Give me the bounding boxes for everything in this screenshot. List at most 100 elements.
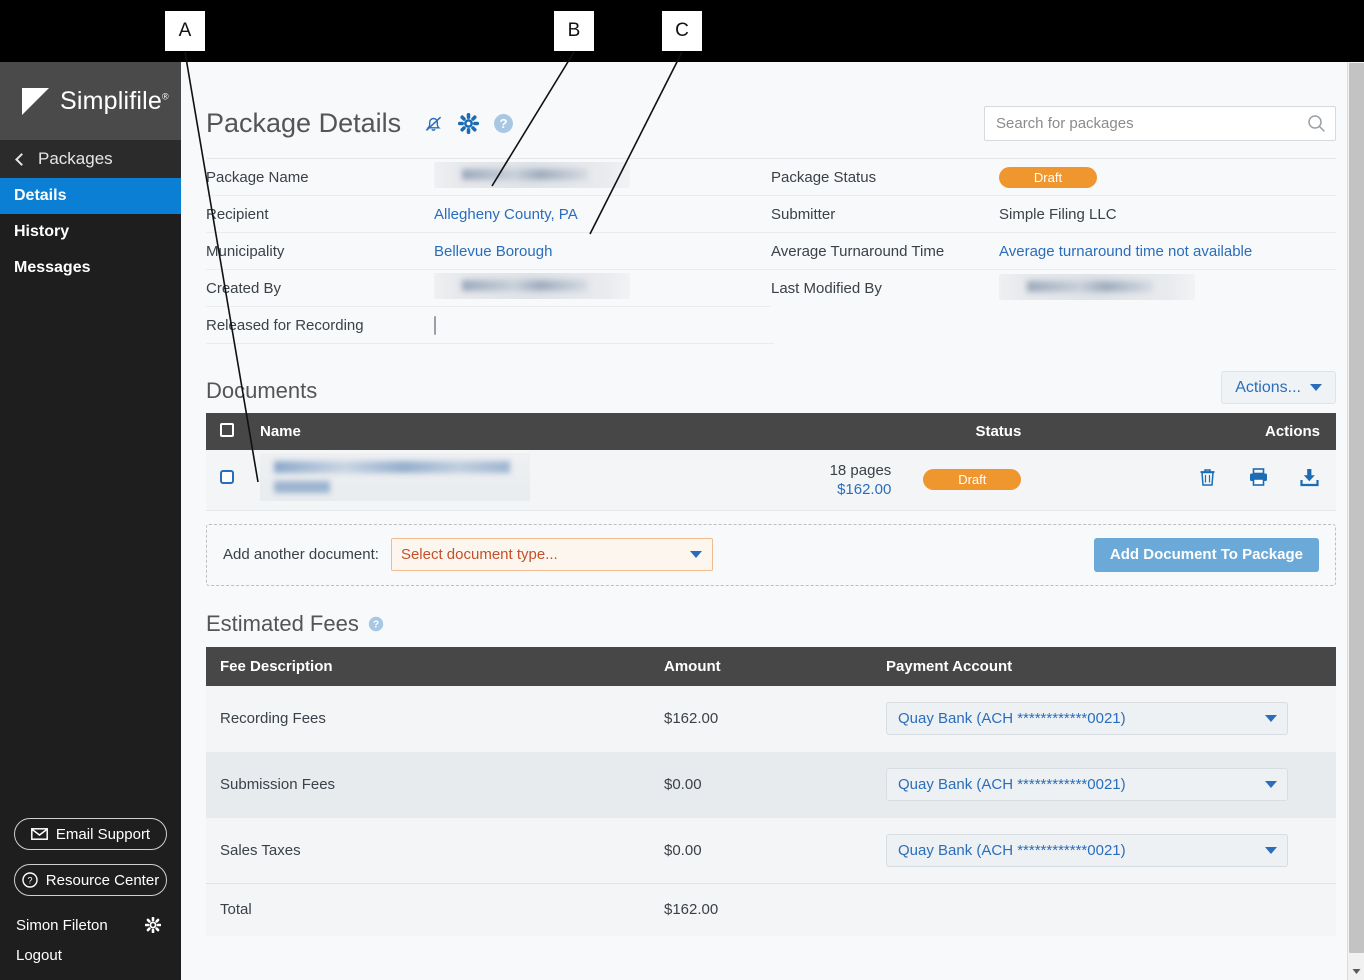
brand-logo[interactable]: Simplifile®: [0, 62, 181, 140]
screenshot-root: A B C Simplifile® Packages Details Histo…: [0, 0, 1364, 980]
row-select-cell: [206, 450, 250, 511]
submitter-value: Simple Filing LLC: [999, 205, 1117, 223]
fees-total-row: Total $162.00: [206, 883, 1336, 936]
help-circle-icon: ?: [22, 872, 38, 888]
search-icon[interactable]: [1307, 114, 1326, 133]
document-type-value: Select document type...: [400, 546, 558, 563]
payment-account-select[interactable]: Quay Bank (ACH ************0021): [886, 768, 1288, 801]
callout-label-c: C: [662, 11, 702, 51]
fee-description: Submission Fees: [206, 751, 654, 818]
sidebar-item-label: History: [14, 223, 70, 240]
help-icon[interactable]: ?: [493, 113, 514, 134]
brand-name: Simplifile®: [60, 86, 169, 115]
detail-label: Released for Recording: [206, 316, 364, 334]
table-row: 18 pages $162.00 Draft: [206, 450, 1336, 511]
documents-col-name: Name: [250, 413, 759, 450]
sidebar-item-label: Messages: [14, 259, 91, 276]
svg-text:?: ?: [500, 116, 508, 131]
detail-row-recipient: Recipient Allegheny County, PA: [206, 196, 771, 233]
fee-amount: $0.00: [654, 751, 876, 818]
table-row: Submission Fees $0.00 Quay Bank (ACH ***…: [206, 751, 1336, 818]
detail-label: Package Name: [206, 168, 309, 186]
fees-total-spacer: [876, 883, 1336, 936]
select-all-checkbox[interactable]: [220, 422, 234, 437]
page-header: Package Details ? Search for packages: [206, 62, 1336, 141]
search-input[interactable]: [984, 106, 1336, 141]
document-name-cell[interactable]: [250, 450, 759, 511]
detail-row-last-modified-by: Last Modified By: [771, 270, 1336, 307]
payment-account-select[interactable]: Quay Bank (ACH ************0021): [886, 833, 1288, 867]
package-details-grid: Package Name Recipient Allegheny County,…: [206, 159, 1336, 344]
redacted-text: [999, 273, 1195, 300]
document-amount[interactable]: $162.00: [768, 480, 891, 499]
released-for-recording-checkbox[interactable]: [434, 315, 436, 335]
detail-value-redacted: [999, 273, 1195, 304]
sidebar: Simplifile® Packages Details History Mes…: [0, 62, 181, 980]
scrollbar-thumb[interactable]: [1349, 63, 1364, 953]
details-right-column: Package Status Draft Submitter Simple Fi…: [771, 159, 1336, 344]
detail-row-released-for-recording: Released for Recording: [206, 307, 774, 344]
detail-value-redacted: [434, 273, 630, 303]
scrollbar-down-arrow[interactable]: [1348, 963, 1364, 980]
sidebar-item-history[interactable]: History: [0, 214, 181, 250]
payment-account-select[interactable]: Quay Bank (ACH ************0021): [886, 702, 1288, 735]
svg-text:?: ?: [373, 619, 379, 630]
print-icon[interactable]: [1248, 467, 1269, 492]
callout-label-b: B: [554, 11, 594, 51]
add-document-to-package-button[interactable]: Add Document To Package: [1093, 537, 1319, 572]
municipality-link[interactable]: Bellevue Borough: [434, 243, 552, 260]
resource-center-button[interactable]: ? Resource Center: [14, 864, 167, 896]
sidebar-item-messages[interactable]: Messages: [0, 250, 181, 286]
fee-description: Sales Taxes: [206, 817, 654, 884]
chevron-down-icon: [689, 551, 702, 558]
redacted-text: [434, 162, 630, 188]
logout-label: Logout: [16, 946, 62, 964]
documents-table: Name Status Actions 18 pages $162.00 Dra…: [206, 413, 1336, 511]
email-support-button[interactable]: Email Support: [14, 818, 167, 850]
fee-account-cell: Quay Bank (ACH ************0021): [876, 817, 1336, 884]
detail-label: Average Turnaround Time: [771, 242, 945, 260]
svg-text:?: ?: [27, 876, 32, 886]
detail-row-package-status: Package Status Draft: [771, 159, 1336, 196]
estimated-fees-header: Estimated Fees ?: [206, 611, 1336, 637]
detail-value: [434, 315, 436, 335]
chevron-down-icon: [1310, 384, 1322, 391]
vertical-scrollbar[interactable]: [1347, 62, 1364, 980]
fees-col-payment-account: Payment Account: [876, 646, 1336, 686]
details-left-column: Package Name Recipient Allegheny County,…: [206, 159, 774, 344]
documents-header: Documents Actions...: [206, 371, 1336, 404]
average-turnaround-link[interactable]: Average turnaround time not available: [999, 243, 1252, 260]
add-document-panel: Add another document: Select document ty…: [206, 523, 1336, 586]
fees-total-label: Total: [206, 883, 654, 936]
fees-total-amount: $162.00: [654, 883, 876, 936]
chevron-down-icon: [1265, 715, 1277, 722]
row-checkbox[interactable]: [220, 470, 234, 485]
documents-actions-dropdown[interactable]: Actions...: [1221, 371, 1336, 404]
trash-icon[interactable]: [1198, 467, 1217, 492]
help-icon[interactable]: ?: [368, 616, 384, 632]
page-title: Package Details: [206, 108, 402, 138]
main-content: Package Details ? Search for packages Pa…: [181, 62, 1364, 980]
fee-amount: $162.00: [654, 685, 876, 752]
logout-link[interactable]: Logout: [14, 940, 167, 970]
status-badge: Draft: [923, 469, 1022, 491]
chevron-down-icon: [1265, 781, 1277, 788]
chevron-left-icon: [15, 152, 28, 166]
fee-description: Recording Fees: [206, 685, 654, 752]
documents-title: Documents: [206, 378, 318, 403]
document-type-select[interactable]: Select document type...: [390, 538, 713, 571]
fees-table-header-row: Fee Description Amount Payment Account: [206, 646, 1336, 686]
recipient-link[interactable]: Allegheny County, PA: [434, 206, 578, 223]
sidebar-back-packages[interactable]: Packages: [0, 140, 181, 178]
sidebar-item-details[interactable]: Details: [0, 178, 181, 214]
resource-center-label: Resource Center: [45, 871, 160, 889]
documents-col-status: Status: [901, 413, 1032, 450]
gear-icon[interactable]: [145, 917, 161, 933]
detail-label: Created By: [206, 279, 282, 297]
page-title-icons: ?: [423, 113, 514, 134]
gear-icon[interactable]: [458, 113, 480, 134]
download-icon[interactable]: [1299, 467, 1320, 492]
documents-col-actions: Actions: [1031, 413, 1336, 450]
detail-row-submitter: Submitter Simple Filing LLC: [771, 196, 1336, 233]
bell-off-icon[interactable]: [423, 113, 444, 134]
